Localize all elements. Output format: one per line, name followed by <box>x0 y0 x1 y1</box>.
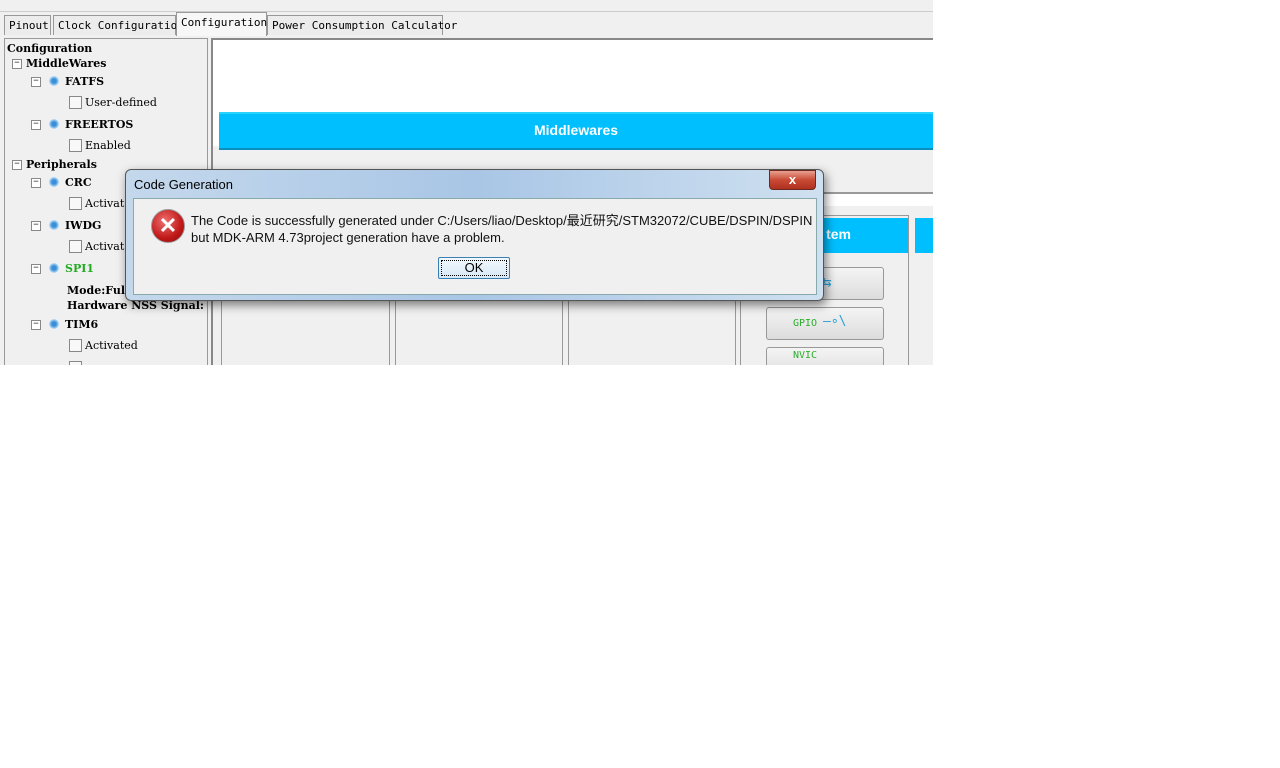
crc-option-label: Activat <box>85 197 125 210</box>
component-icon <box>49 76 59 86</box>
fatfs-checkbox[interactable] <box>69 96 82 109</box>
ok-button[interactable]: OK <box>438 257 510 279</box>
tab-configuration[interactable]: Configuration <box>176 12 267 36</box>
collapse-icon[interactable]: − <box>12 160 22 170</box>
toolbar <box>0 0 933 12</box>
gpio-button[interactable]: GPIO —∘\ <box>766 307 884 340</box>
dialog-title: Code Generation <box>134 177 234 192</box>
tree-crc[interactable]: CRC <box>65 176 92 189</box>
tim6-checkbox[interactable] <box>69 339 82 352</box>
close-button[interactable]: x <box>769 170 816 190</box>
collapse-icon[interactable]: − <box>31 77 41 87</box>
tree-peripherals[interactable]: Peripherals <box>26 158 97 171</box>
tree-middlewares[interactable]: MiddleWares <box>26 57 106 70</box>
error-icon: ✕ <box>151 209 185 243</box>
component-icon <box>49 119 59 129</box>
tree-root[interactable]: Configuration <box>7 42 92 55</box>
iwdg-option-label: Activat <box>85 240 125 253</box>
component-icon <box>49 319 59 329</box>
collapse-icon[interactable]: − <box>31 221 41 231</box>
tree-iwdg[interactable]: IWDG <box>65 219 101 232</box>
crc-checkbox[interactable] <box>69 197 82 210</box>
component-icon <box>49 220 59 230</box>
dialog-body: ✕ The Code is successfully generated und… <box>133 198 817 295</box>
middlewares-banner: Middlewares <box>219 112 933 150</box>
switch-icon: —∘\ <box>823 314 847 329</box>
freertos-option-label: Enabled <box>85 139 131 152</box>
message-line-2: but MDK-ARM 4.73project generation have … <box>191 230 505 245</box>
tab-power-consumption[interactable]: Power Consumption Calculator <box>267 15 457 35</box>
component-icon <box>49 263 59 273</box>
tree-spi1[interactable]: SPI1 <box>65 262 94 275</box>
nvic-label: NVIC <box>793 350 818 361</box>
collapse-icon[interactable]: − <box>12 59 22 69</box>
spi1-mode: Mode:Full <box>67 284 130 297</box>
column-header <box>915 218 933 253</box>
tree-fatfs[interactable]: FATFS <box>65 75 104 88</box>
collapse-icon[interactable]: − <box>31 320 41 330</box>
tree-freertos[interactable]: FREERTOS <box>65 118 133 131</box>
tree-tim6[interactable]: TIM6 <box>65 318 98 331</box>
tab-clock-configuration[interactable]: Clock Configuration <box>53 15 184 35</box>
collapse-icon[interactable]: − <box>31 120 41 130</box>
gpio-label: GPIO <box>793 318 818 329</box>
nvic-button[interactable]: NVIC <box>766 347 884 365</box>
code-generation-dialog: Code Generation x ✕ The Code is successf… <box>125 169 824 301</box>
tim6-option-label: Activated <box>85 339 138 352</box>
freertos-checkbox[interactable] <box>69 139 82 152</box>
component-icon <box>49 177 59 187</box>
fatfs-option-label: User-defined <box>85 96 157 109</box>
iwdg-checkbox[interactable] <box>69 240 82 253</box>
message-line-1: The Code is successfully generated under… <box>191 213 813 228</box>
tab-pinout[interactable]: Pinout <box>4 15 51 35</box>
collapse-icon[interactable]: − <box>31 178 41 188</box>
collapse-icon[interactable]: − <box>31 264 41 274</box>
checkbox[interactable] <box>69 361 82 365</box>
